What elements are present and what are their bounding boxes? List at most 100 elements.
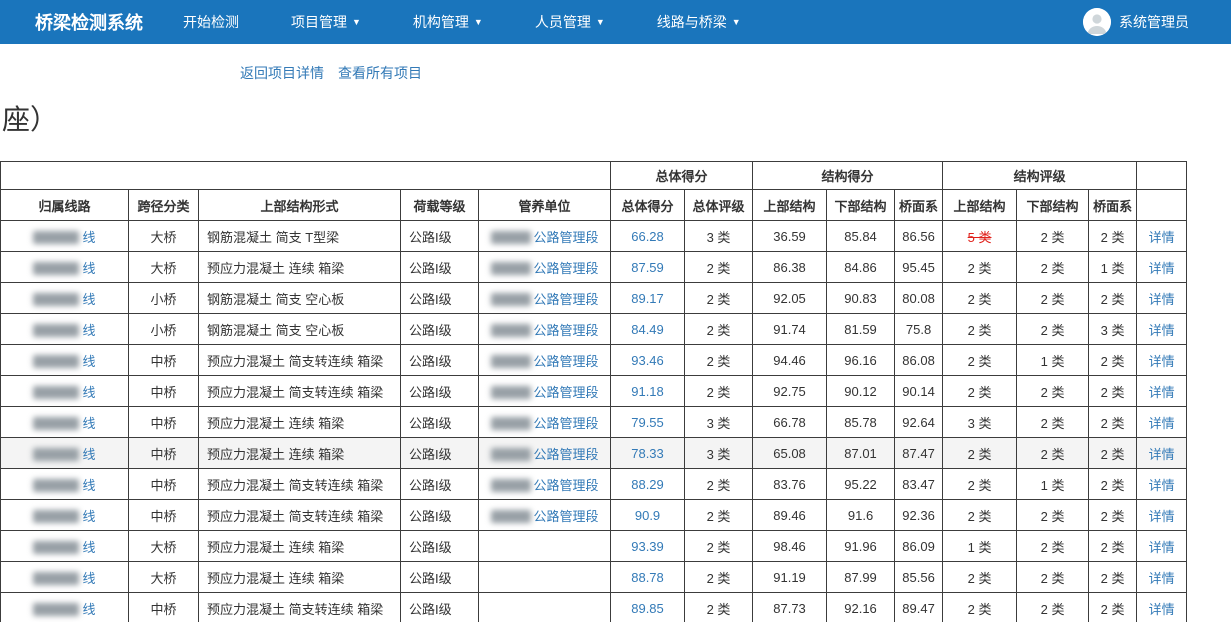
unit-link[interactable]: 公路管理段 <box>491 354 599 369</box>
back-to-project-link[interactable]: 返回项目详情 <box>240 63 324 83</box>
nav-item-personnel-management[interactable]: 人员管理▼ <box>509 0 631 44</box>
view-all-projects-link[interactable]: 查看所有项目 <box>338 63 422 83</box>
detail-link[interactable]: 详情 <box>1149 385 1175 400</box>
overall-score-link[interactable]: 89.17 <box>631 291 664 306</box>
line-link[interactable]: 线 <box>33 509 95 524</box>
overall-score-link[interactable]: 90.9 <box>635 508 660 523</box>
line-link[interactable]: 线 <box>33 540 95 555</box>
overall-rating-cell: 3 类 <box>685 438 753 469</box>
unit-link[interactable]: 公路管理段 <box>491 509 599 524</box>
detail-link[interactable]: 详情 <box>1149 602 1175 617</box>
detail-link[interactable]: 详情 <box>1149 571 1175 586</box>
detail-link[interactable]: 详情 <box>1149 230 1175 245</box>
overall-score-link[interactable]: 87.59 <box>631 260 664 275</box>
unit-link[interactable]: 公路管理段 <box>491 385 599 400</box>
load-grade-cell: 公路I级 <box>401 438 479 469</box>
overall-score-link[interactable]: 88.78 <box>631 570 664 585</box>
app-brand[interactable]: 桥梁检测系统 <box>35 9 143 35</box>
detail-link[interactable]: 详情 <box>1149 354 1175 369</box>
line-link[interactable]: 线 <box>33 571 95 586</box>
nav-item-project-management[interactable]: 项目管理▼ <box>265 0 387 44</box>
detail-link[interactable]: 详情 <box>1149 416 1175 431</box>
line-link[interactable]: 线 <box>33 478 95 493</box>
overall-score-link[interactable]: 84.49 <box>631 322 664 337</box>
detail-link[interactable]: 详情 <box>1149 261 1175 276</box>
deck-rating-cell: 2 类 <box>1089 345 1137 376</box>
load-grade-cell: 公路I级 <box>401 345 479 376</box>
table-row: 线 大桥 钢筋混凝土 简支 T型梁 公路I级 公路管理段 66.28 3 类 3… <box>1 221 1187 252</box>
redacted-blur <box>33 417 79 430</box>
group-header-empty <box>1137 162 1187 190</box>
unit-link[interactable]: 公路管理段 <box>491 416 599 431</box>
detail-link[interactable]: 详情 <box>1149 509 1175 524</box>
overall-score-link[interactable]: 93.46 <box>631 353 664 368</box>
structure-cell: 预应力混凝土 连续 箱梁 <box>199 407 401 438</box>
table-row: 线 中桥 预应力混凝土 简支转连续 箱梁 公路I级 公路管理段 91.18 2 … <box>1 376 1187 407</box>
line-link[interactable]: 线 <box>33 261 95 276</box>
overall-score-cell: 91.18 <box>611 376 685 407</box>
overall-score-link[interactable]: 91.18 <box>631 384 664 399</box>
overall-score-cell: 93.46 <box>611 345 685 376</box>
unit-link[interactable]: 公路管理段 <box>491 230 599 245</box>
unit-cell: 公路管理段 <box>479 221 611 252</box>
overall-rating-cell: 2 类 <box>685 376 753 407</box>
detail-link[interactable]: 详情 <box>1149 540 1175 555</box>
overall-score-link[interactable]: 78.33 <box>631 446 664 461</box>
detail-link[interactable]: 详情 <box>1149 478 1175 493</box>
detail-cell: 详情 <box>1137 469 1187 500</box>
unit-link[interactable]: 公路管理段 <box>491 478 599 493</box>
line-link[interactable]: 线 <box>33 292 95 307</box>
line-link[interactable]: 线 <box>33 602 95 617</box>
lower-score-cell: 92.16 <box>827 593 895 622</box>
structure-cell: 预应力混凝土 简支转连续 箱梁 <box>199 376 401 407</box>
unit-link[interactable]: 公路管理段 <box>491 292 599 307</box>
unit-link[interactable]: 公路管理段 <box>491 261 599 276</box>
span-type-cell: 大桥 <box>129 531 199 562</box>
overall-score-link[interactable]: 88.29 <box>631 477 664 492</box>
overall-rating-cell: 2 类 <box>685 593 753 622</box>
deck-rating-cell: 1 类 <box>1089 252 1137 283</box>
nav-item-start-inspection[interactable]: 开始检测 <box>157 0 265 44</box>
detail-link[interactable]: 详情 <box>1149 292 1175 307</box>
unit-cell: 公路管理段 <box>479 345 611 376</box>
upper-score-cell: 92.75 <box>753 376 827 407</box>
line-link[interactable]: 线 <box>33 323 95 338</box>
redacted-blur <box>33 572 79 585</box>
upper-rating-cell: 2 类 <box>943 376 1017 407</box>
line-link[interactable]: 线 <box>33 416 95 431</box>
line-link[interactable]: 线 <box>33 385 95 400</box>
redacted-blur <box>491 355 531 368</box>
overall-rating-cell: 2 类 <box>685 469 753 500</box>
lower-rating-cell: 2 类 <box>1017 221 1089 252</box>
deck-rating-cell: 2 类 <box>1089 469 1137 500</box>
unit-link[interactable]: 公路管理段 <box>491 447 599 462</box>
detail-link[interactable]: 详情 <box>1149 323 1175 338</box>
line-cell: 线 <box>1 500 129 531</box>
overall-score-link[interactable]: 79.55 <box>631 415 664 430</box>
detail-cell: 详情 <box>1137 252 1187 283</box>
line-link[interactable]: 线 <box>33 447 95 462</box>
line-cell: 线 <box>1 376 129 407</box>
redacted-blur <box>33 324 79 337</box>
nav-item-org-management[interactable]: 机构管理▼ <box>387 0 509 44</box>
span-type-cell: 中桥 <box>129 593 199 622</box>
overall-rating-cell: 2 类 <box>685 562 753 593</box>
overall-score-link[interactable]: 66.28 <box>631 229 664 244</box>
upper-rating-cell: 2 类 <box>943 283 1017 314</box>
line-link[interactable]: 线 <box>33 230 95 245</box>
unit-link[interactable]: 公路管理段 <box>491 323 599 338</box>
detail-cell: 详情 <box>1137 407 1187 438</box>
upper-rating-cell: 2 类 <box>943 593 1017 622</box>
user-menu[interactable]: 系统管理员 <box>1083 8 1189 36</box>
table-row: 线 小桥 钢筋混凝土 简支 空心板 公路I级 公路管理段 84.49 2 类 9… <box>1 314 1187 345</box>
overall-score-link[interactable]: 93.39 <box>631 539 664 554</box>
deck-rating-cell: 2 类 <box>1089 407 1137 438</box>
caret-down-icon: ▼ <box>596 17 605 27</box>
line-link[interactable]: 线 <box>33 354 95 369</box>
structure-cell: 钢筋混凝土 简支 空心板 <box>199 314 401 345</box>
lower-rating-cell: 2 类 <box>1017 376 1089 407</box>
main-nav: 开始检测 项目管理▼ 机构管理▼ 人员管理▼ 线路与桥梁▼ <box>157 0 767 44</box>
overall-score-link[interactable]: 89.85 <box>631 601 664 616</box>
detail-link[interactable]: 详情 <box>1149 447 1175 462</box>
nav-item-lines-and-bridges[interactable]: 线路与桥梁▼ <box>631 0 767 44</box>
